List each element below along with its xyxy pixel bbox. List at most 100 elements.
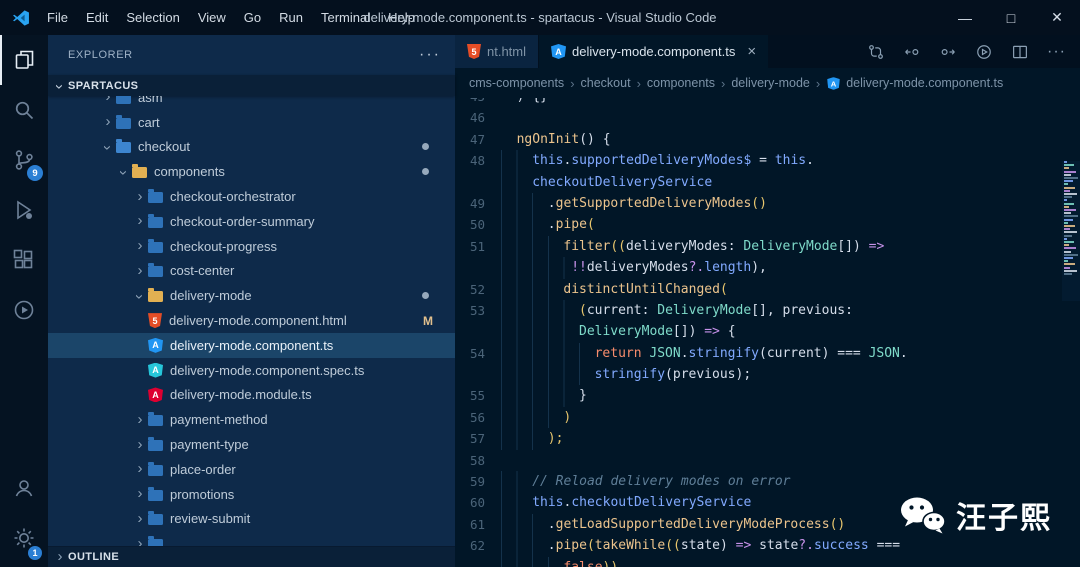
line-number[interactable]: 48 <box>455 150 501 171</box>
menu-go[interactable]: Go <box>235 0 270 35</box>
code-line-52[interactable]: 52 distinctUntilChanged( <box>455 278 1080 300</box>
code-line-49[interactable]: 49 .getSupportedDeliveryModes() <box>455 192 1080 215</box>
code-line-wrap[interactable]: checkoutDeliveryService <box>455 171 1080 193</box>
minimize-button[interactable]: — <box>942 0 988 35</box>
line-number[interactable]: 47 <box>455 129 501 150</box>
menu-help[interactable]: Help <box>379 0 424 35</box>
menu-selection[interactable]: Selection <box>117 0 188 35</box>
code-line-wrap[interactable]: !!deliveryModes?.length), <box>455 257 1080 279</box>
tree-item-delivery-mode[interactable]: › delivery-mode <box>48 283 455 308</box>
code-line-50[interactable]: 50 .pipe( <box>455 214 1080 236</box>
breadcrumb-components[interactable]: components <box>647 76 715 90</box>
line-number[interactable]: 53 <box>455 300 501 321</box>
menu-terminal[interactable]: Terminal <box>312 0 379 35</box>
line-number[interactable]: 56 <box>455 407 501 428</box>
line-number[interactable]: 50 <box>455 214 501 235</box>
tab-nt.html[interactable]: 5 nt.html <box>455 35 540 68</box>
line-number[interactable] <box>455 364 501 385</box>
code-line-62[interactable]: 62 .pipe(takeWhile((state) => state?.succ… <box>455 535 1080 557</box>
split-editor-icon[interactable] <box>1011 43 1029 61</box>
line-number[interactable] <box>455 557 501 567</box>
previous-change-icon[interactable] <box>903 43 921 61</box>
tree-item-checkout-order-summary[interactable]: › checkout-order-summary <box>48 209 455 234</box>
line-number[interactable]: 62 <box>455 535 501 556</box>
maximize-button[interactable]: □ <box>988 0 1034 35</box>
account-icon[interactable] <box>0 463 48 513</box>
line-number[interactable]: 59 <box>455 471 501 492</box>
code-line-46[interactable]: 46 <box>455 107 1080 128</box>
code-line-45[interactable]: 45) {} <box>455 98 1080 107</box>
line-number[interactable]: 52 <box>455 279 501 300</box>
code-line-55[interactable]: 55} <box>455 385 1080 407</box>
breadcrumb-file[interactable]: A delivery-mode.component.ts <box>826 76 1003 91</box>
tree-item-payment-type[interactable]: › payment-type <box>48 432 455 457</box>
tree-item-payment-method[interactable]: › payment-method <box>48 407 455 432</box>
line-number[interactable]: 57 <box>455 428 501 449</box>
more-actions-icon[interactable]: ··· <box>1047 43 1066 61</box>
tree-item-cost-center[interactable]: › cost-center <box>48 259 455 284</box>
line-number[interactable]: 49 <box>455 193 501 214</box>
tree-item-place-order[interactable]: › place-order <box>48 457 455 482</box>
section-outline[interactable]: › OUTLINE <box>48 546 455 567</box>
minimap[interactable] <box>1062 161 1080 301</box>
line-number[interactable]: 45 <box>455 98 501 107</box>
line-number[interactable]: 55 <box>455 385 501 406</box>
code-line-47[interactable]: 47 ngOnInit() { <box>455 129 1080 150</box>
code-line-wrap[interactable]: false)) <box>455 556 1080 567</box>
code-line-wrap[interactable]: stringify(previous); <box>455 364 1080 386</box>
tree-item-cart[interactable]: › cart <box>48 110 455 135</box>
breadcrumb-checkout[interactable]: checkout <box>581 76 631 90</box>
section-spartacus[interactable]: › SPARTACUS <box>48 75 455 96</box>
breadcrumb-delivery-mode[interactable]: delivery-mode <box>731 76 810 90</box>
line-number[interactable] <box>455 172 501 193</box>
tree-item-checkout[interactable]: › checkout <box>48 135 455 160</box>
close-button[interactable]: ✕ <box>1034 0 1080 35</box>
tree-item-components[interactable]: › components <box>48 159 455 184</box>
close-tab-icon[interactable]: × <box>747 43 756 60</box>
settings-gear-icon[interactable]: 1 <box>0 513 48 563</box>
explorer-more-actions-icon[interactable]: ··· <box>419 46 441 64</box>
line-number[interactable]: 58 <box>455 450 501 471</box>
code-line-51[interactable]: 51 filter((deliveryModes: DeliveryMode[])… <box>455 235 1080 258</box>
code-line-57[interactable]: 57); <box>455 428 1080 450</box>
tree-item-delivery-mode.component.ts[interactable]: Adelivery-mode.component.ts <box>48 332 455 358</box>
menu-edit[interactable]: Edit <box>77 0 117 35</box>
code-line-58[interactable]: 58 <box>455 450 1080 471</box>
explorer-icon[interactable] <box>0 35 48 85</box>
tree-item-checkout-progress[interactable]: › checkout-progress <box>48 234 455 259</box>
line-number[interactable]: 51 <box>455 236 501 257</box>
extensions-icon[interactable] <box>0 235 48 285</box>
tree-item-asm[interactable]: › asm <box>48 96 455 110</box>
line-number[interactable] <box>455 321 501 342</box>
next-change-icon[interactable] <box>939 43 957 61</box>
line-number[interactable]: 46 <box>455 107 501 128</box>
run-circle-icon[interactable] <box>0 285 48 335</box>
menu-view[interactable]: View <box>189 0 235 35</box>
tree-item-delivery-mode.module.ts[interactable]: Adelivery-mode.module.ts <box>48 383 455 408</box>
code-line-wrap[interactable]: DeliveryMode[]) => { <box>455 321 1080 343</box>
git-compare-icon[interactable] <box>867 43 885 61</box>
tree-item-delivery-mode.component.spec.ts[interactable]: Adelivery-mode.component.spec.ts <box>48 358 455 383</box>
tree-item-delivery-mode.component.html[interactable]: 5 delivery-mode.component.html M <box>48 308 455 333</box>
source-control-icon[interactable]: 9 <box>0 135 48 185</box>
code-line-54[interactable]: 54 return JSON.stringify(current) === JSO… <box>455 342 1080 365</box>
menu-run[interactable]: Run <box>270 0 312 35</box>
line-number[interactable] <box>455 257 501 278</box>
search-icon[interactable] <box>0 85 48 135</box>
tree-item-promotions[interactable]: › promotions <box>48 482 455 507</box>
menu-file[interactable]: File <box>38 0 77 35</box>
breadcrumb-cms-components[interactable]: cms-components <box>469 76 564 90</box>
tree-item-partial[interactable]: › <box>48 531 455 546</box>
tab-delivery-mode.component.ts[interactable]: Adelivery-mode.component.ts × <box>539 35 770 68</box>
tree-item-checkout-orchestrator[interactable]: › checkout-orchestrator <box>48 184 455 209</box>
code-line-59[interactable]: 59// Reload delivery modes on error <box>455 471 1080 493</box>
run-and-debug-icon[interactable] <box>0 185 48 235</box>
tree-item-review-submit[interactable]: › review-submit <box>48 507 455 532</box>
run-file-icon[interactable] <box>975 43 993 61</box>
code-line-48[interactable]: 48 this.supportedDeliveryModes$ = this. <box>455 150 1080 172</box>
line-number[interactable]: 54 <box>455 343 501 364</box>
code-line-53[interactable]: 53 (current: DeliveryMode[], previous: <box>455 299 1080 322</box>
line-number[interactable]: 61 <box>455 514 501 535</box>
code-line-56[interactable]: 56) <box>455 406 1080 429</box>
line-number[interactable]: 60 <box>455 492 501 513</box>
